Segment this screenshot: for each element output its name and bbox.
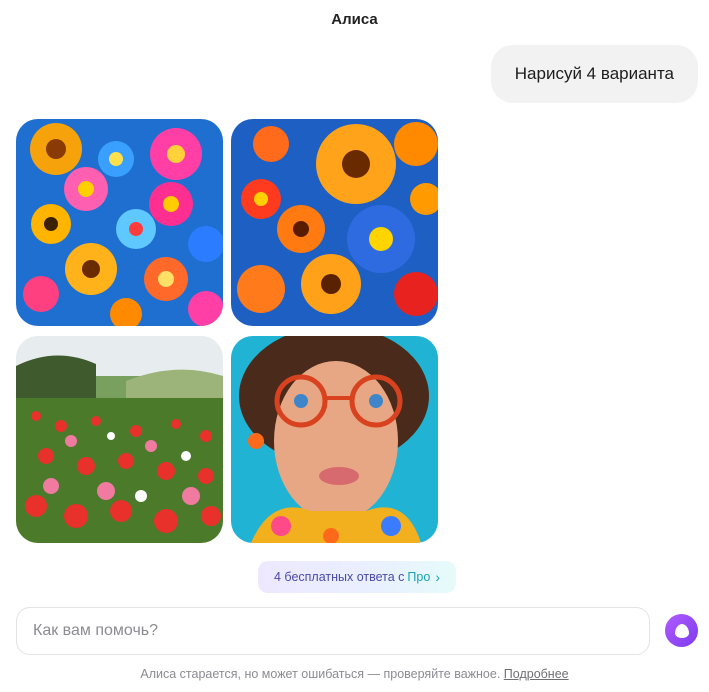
generated-image-4[interactable] — [231, 336, 438, 543]
chat-title: Алиса — [331, 11, 378, 28]
message-input[interactable]: Как вам помочь? — [16, 607, 650, 655]
message-input-placeholder: Как вам помочь? — [33, 622, 159, 639]
footer-disclaimer: Алиса старается, но может ошибаться — пр… — [0, 667, 709, 681]
pro-promo-button[interactable]: 4 бесплатных ответа с Про › — [258, 561, 456, 593]
learn-more-link[interactable]: Подробнее — [504, 667, 569, 681]
alice-icon — [674, 623, 689, 638]
image-portrait-glasses — [231, 336, 438, 543]
generated-image-2[interactable] — [231, 119, 438, 326]
promo-text: 4 бесплатных ответа с — [274, 570, 405, 584]
generated-image-3[interactable] — [16, 336, 223, 543]
alice-voice-button[interactable] — [665, 614, 698, 647]
image-flower-meadow — [16, 336, 223, 543]
chevron-right-icon: › — [435, 569, 440, 585]
promo-pro-label: Про — [407, 570, 431, 584]
image-flowers-bright — [231, 119, 438, 326]
user-message-bubble: Нарисуй 4 варианта — [490, 45, 698, 103]
user-message-text: Нарисуй 4 варианта — [514, 64, 674, 83]
generated-image-1[interactable] — [16, 119, 223, 326]
disclaimer-text: Алиса старается, но может ошибаться — пр… — [140, 667, 501, 681]
image-flowers-mosaic — [16, 119, 223, 326]
generated-images-grid — [16, 119, 440, 545]
